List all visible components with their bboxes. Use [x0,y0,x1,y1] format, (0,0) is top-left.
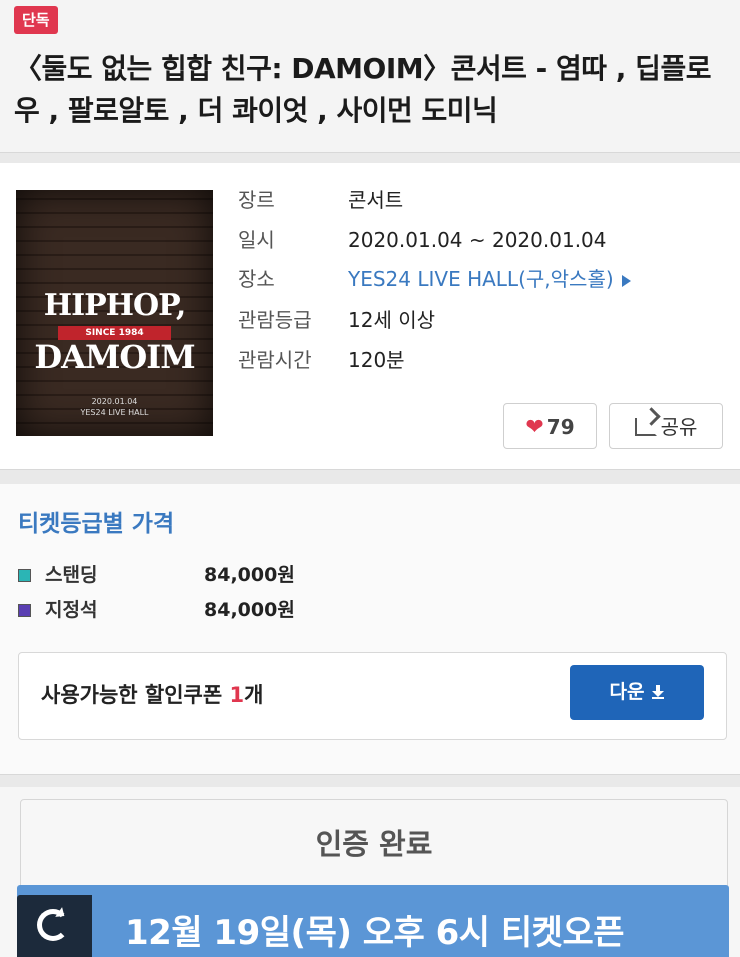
coupon-count: 1 [229,683,245,707]
ticket-open-bar: 12월 19일(목) 오후 6시 티켓오픈 [17,885,729,957]
seat-grade-price: 84,000원 [204,599,295,621]
booking-section: 인증 완료 12월 19일(목) 오후 6시 티켓오픈 [0,787,740,957]
price-section: 티켓등급별 가격 스탠딩 84,000원 지정석 84,000원 사용가능한 할… [0,484,740,774]
title-section: 단독 〈둘도 없는 힙합 친구: DAMOIM〉콘서트 - 염따 , 딥플로우 … [0,0,740,152]
date-label: 일시 [238,228,275,252]
genre-label: 장르 [238,188,275,212]
coupon-text-after: 개 [244,683,264,707]
page-title: 〈둘도 없는 힙합 친구: DAMOIM〉콘서트 - 염따 , 딥플로우 , 팔… [14,52,711,127]
ticket-open-text: 12월 19일(목) 오후 6시 티켓오픈 [125,913,625,953]
share-button[interactable]: 공유 [609,403,723,449]
like-button[interactable]: ❤ 79 [503,403,597,449]
seat-color-swatch [18,604,31,617]
place-link-text[interactable]: YES24 LIVE HALL(구,악스홀) [348,267,614,291]
date-value: 2020.01.04 ~ 2020.01.04 [348,228,607,252]
price-section-title: 티켓등급별 가격 [18,511,175,537]
rating-value: 12세 이상 [348,308,436,332]
poster-image: HIPHOP, SINCE 1984 DAMOIM 2020.01.04 YES… [16,190,213,436]
section-divider [0,774,740,787]
share-icon[interactable] [634,418,657,436]
seat-grade-name: 스탠딩 [45,564,98,586]
coupon-text-before: 사용가능한 할인쿠폰 [41,683,230,707]
like-count[interactable]: 79 [547,415,575,439]
poster-date-text: 2020.01.04 [91,397,138,406]
refresh-button[interactable] [17,895,92,957]
download-icon[interactable] [652,685,665,699]
runtime-label: 관람시간 [238,348,312,372]
chevron-right-icon[interactable] [621,274,631,287]
seat-grade-name: 지정석 [45,599,98,621]
poster-date: 2020.01.04 YES24 LIVE HALL [16,396,213,418]
poster-venue-text: YES24 LIVE HALL [80,408,149,417]
rating-label: 관람등급 [238,308,312,332]
exclusive-badge: 단독 [14,6,58,34]
poster-title-line2: DAMOIM [34,338,195,376]
place-link[interactable]: YES24 LIVE HALL(구,악스홀) [348,264,631,294]
refresh-icon[interactable] [37,909,69,941]
coupon-download-button[interactable]: 다운 [570,665,704,720]
section-divider [0,469,740,484]
seat-grade-price: 84,000원 [204,564,295,586]
place-label: 장소 [238,267,275,291]
runtime-value: 120분 [348,348,405,372]
coupon-box: 사용가능한 할인쿠폰 1개 다운 [18,652,727,740]
heart-icon[interactable]: ❤ [525,415,543,440]
download-label[interactable]: 다운 [610,681,645,703]
share-label[interactable]: 공유 [661,415,698,439]
seat-color-swatch [18,569,31,582]
poster-title-line1: HIPHOP, [43,288,187,323]
coupon-text: 사용가능한 할인쿠폰 1개 [41,679,263,709]
performance-info-section: HIPHOP, SINCE 1984 DAMOIM 2020.01.04 YES… [0,163,740,469]
verification-complete-button[interactable]: 인증 완료 [20,799,728,889]
genre-value: 콘서트 [348,188,404,212]
section-divider [0,152,740,163]
